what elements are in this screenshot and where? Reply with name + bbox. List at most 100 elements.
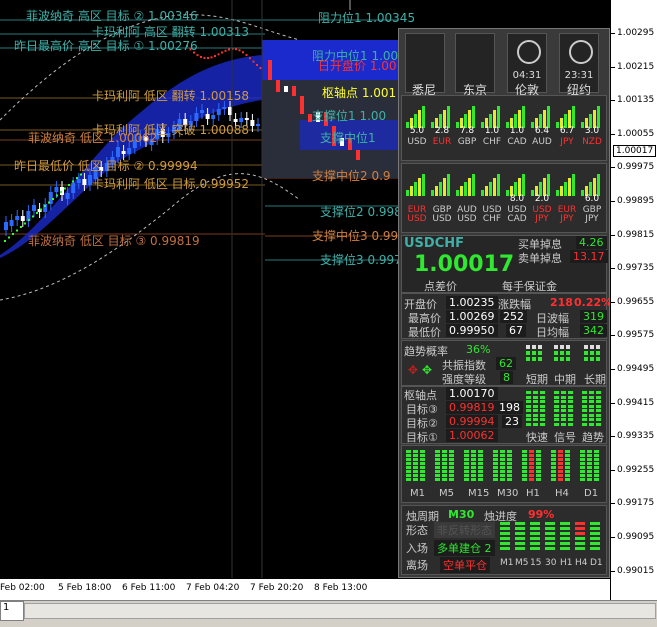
mini-tf-bar [530,542,540,545]
tf-bar [507,470,512,473]
tf-bar [551,466,556,469]
tf-bar [442,474,447,477]
pivot-bar [561,422,566,426]
signal-light [526,357,530,361]
mini-tf-label: 15 [530,558,542,568]
meter-bar [414,182,417,196]
ma-band [0,55,262,258]
meter-bar [560,186,563,196]
mini-tf-bar [500,547,510,550]
signal-light [590,357,594,361]
tf-bar [449,450,454,453]
long-term-label: 长期 [584,373,606,386]
trail-dot [256,63,258,66]
tf-bar [493,466,498,469]
pivot-bar [582,391,587,394]
tf-bar [580,458,585,461]
fast-label: 快速 [526,431,548,444]
strength-meter: 6.0 GBP JPY [581,168,601,224]
tf-bar [406,466,411,469]
price-tick: 0.99175 [617,498,655,509]
tf-bar [413,458,418,461]
strength-meter: 7.8 GBP [456,100,476,156]
tf-bar [558,458,563,461]
meter-bar [410,186,413,196]
horizontal-scrollbar[interactable] [24,603,656,619]
price-axis[interactable]: 1.00295 1.00215 1.00135 1.00055 0.99975 0.998… [610,0,657,600]
price-tick: 0.99735 [617,263,655,274]
tf-bar [522,466,527,469]
tf-bar [493,478,498,481]
time-axis[interactable]: Feb 02:00 5 Feb 18:00 6 Feb 11:00 7 Feb 04:… [0,578,610,601]
currency-strength-row: 5.0 USD 2.8 EUR 7.8 GBP 1.0 CHF 1.0 CAD 6.4 AUD 6.7 J… [401,95,607,161]
meter-bar [422,174,425,196]
chart-tab[interactable]: 1 [0,601,24,621]
tf-bar [551,462,556,465]
currency-name: AUD [532,137,552,147]
pivot-bar [533,400,538,403]
signal-light [538,345,542,349]
tf-bar [551,454,556,457]
mini-tf-bar [590,542,600,545]
candle-body [65,193,70,199]
tf-bar [536,470,541,473]
mini-tf-bar [500,532,510,535]
signal-light [554,357,558,361]
strength-meter: EUR JPY [556,168,576,224]
pivot-bar [568,395,573,399]
mini-tf-label: H4 [575,558,588,568]
tick-mark [611,570,615,572]
tf-bar [478,450,483,453]
tf-bar [493,450,498,453]
pivot-bar [540,422,545,426]
pivot-bar [596,413,601,417]
meter-value: 1.0 [509,126,525,136]
mini-tf-bar [515,537,525,540]
symbol-block: USDCHF 1.00017 买单掉息 4.26 卖单掉息 13.17 点差价 … [401,235,608,293]
pivot-bar [596,395,601,399]
tf-bar [435,478,440,481]
price-tick: 1.00135 [617,95,655,106]
time-tick: 5 Feb 18:00 [58,583,112,593]
price-tick: 0.99095 [617,532,655,542]
pivot-bar [526,422,531,426]
tf-bar [435,454,440,457]
mini-tf-bar [575,547,585,550]
target2-value: 0.99994 [446,415,498,428]
pivot-bar [554,395,559,399]
pivot-bar [589,422,594,426]
trail-dot [56,194,58,197]
meter-bar [522,106,525,128]
tf-bar [522,454,527,457]
trail-dot [196,54,199,57]
tf-bar [551,474,556,477]
pivot-bar [589,418,594,421]
pivot-bar [589,400,594,403]
level-label: 卡玛利阿 高区 翻转 1.00313 [92,25,250,39]
meter-value: 5.0 [409,126,425,136]
mini-tf-bar [500,522,510,525]
tf-bar [478,462,483,465]
tf-bar [493,462,498,465]
margin-label: 每手保证金 [502,280,557,293]
tf-bar [449,458,454,461]
pivot-bar [540,391,545,394]
pair-quote: JPY [535,214,549,224]
meter-bar [572,106,575,128]
tf-bar [587,466,592,469]
mini-tf-bar [500,537,510,540]
pivot-bar [589,391,594,394]
tf-bar [587,450,592,453]
trail-dot [210,56,213,59]
pivot-bar [526,404,531,408]
trail-dot [224,49,227,52]
trend2-label: 趋势 [582,431,604,444]
meter-bar [431,190,434,196]
strength-meter: 3.0 NZD [581,100,602,156]
pivot-bar [561,404,566,408]
price-tick: 0.99015 [617,565,655,576]
tf-bar [413,474,418,477]
meter-bar [447,174,450,196]
price-chart[interactable]: 菲波纳奇 高区 目标 ② 1.00346 卡玛利阿 高区 翻转 1.00313 昨日… [0,0,612,578]
candle-body [4,222,8,230]
